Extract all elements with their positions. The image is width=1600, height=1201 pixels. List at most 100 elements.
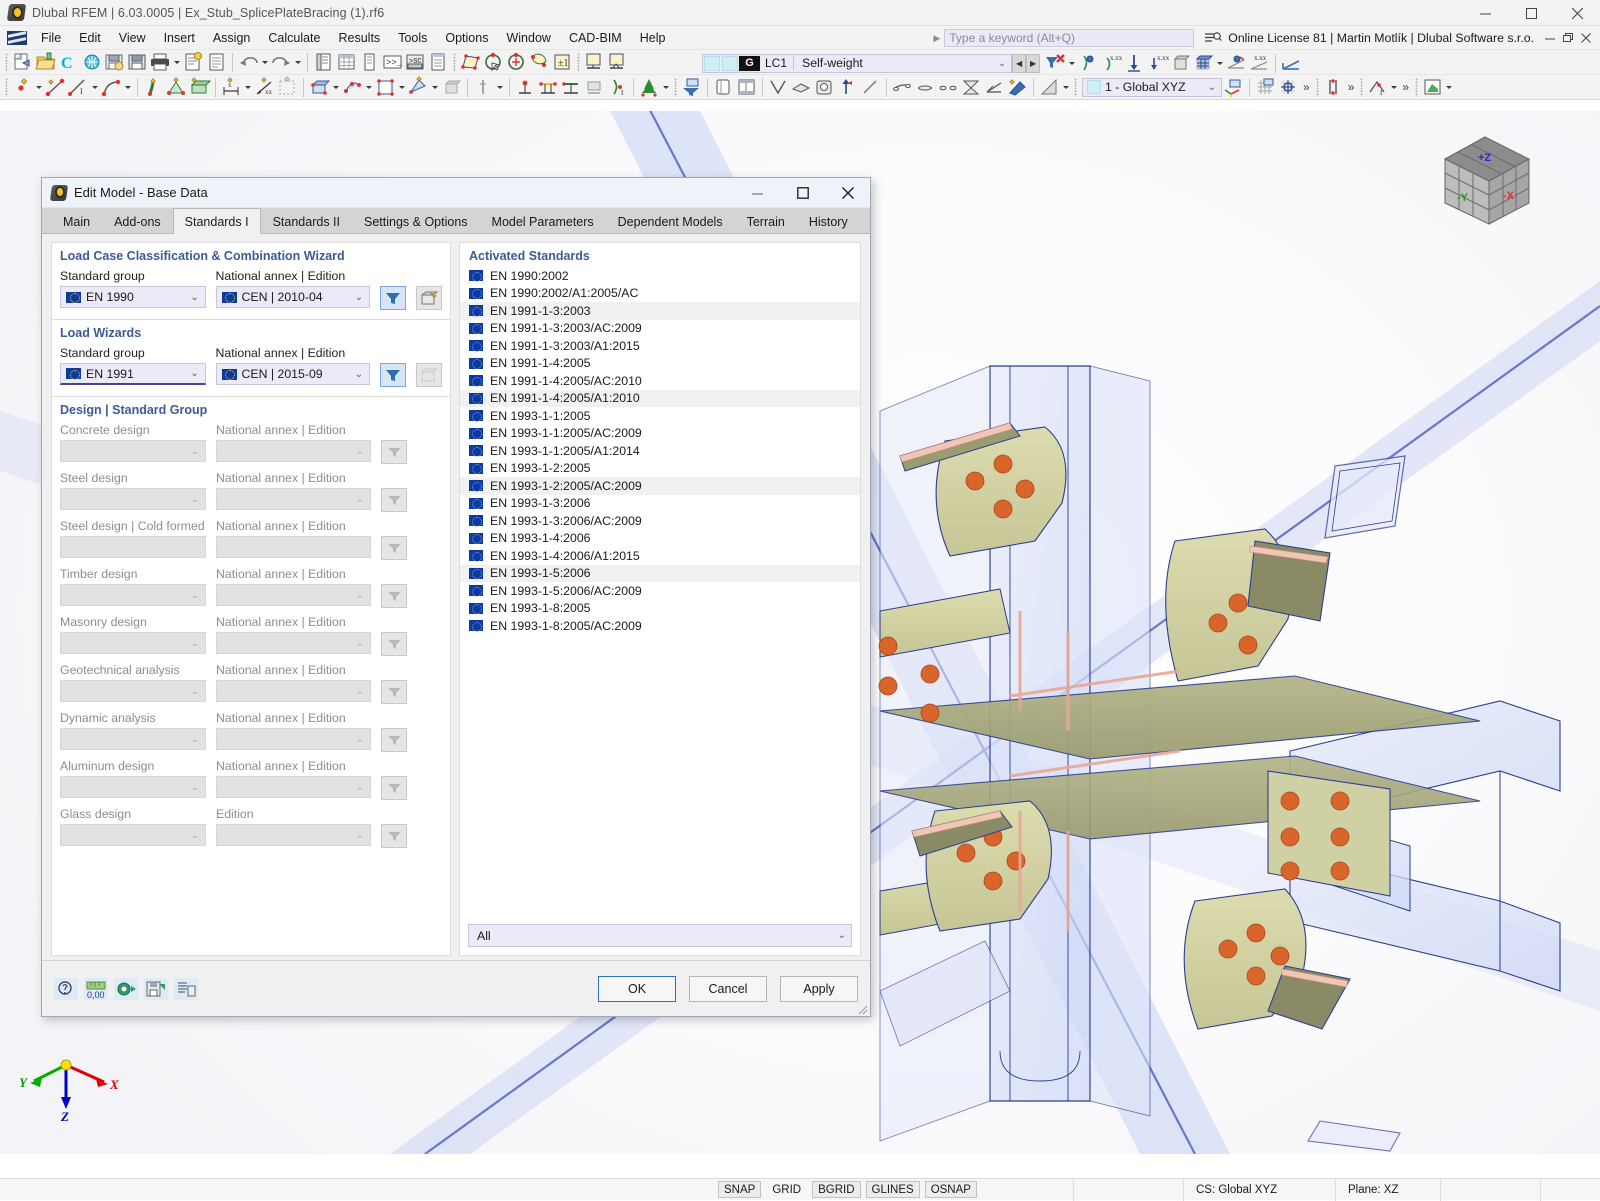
close-button[interactable] [1554, 0, 1600, 26]
standard-list-item[interactable]: EN 1991-1-4:2005/A1:2010 [460, 389, 860, 407]
menu-results[interactable]: Results [330, 28, 390, 48]
local-axes-icon[interactable]: I [1366, 76, 1389, 98]
design-filter-button-3[interactable] [381, 584, 407, 608]
menu-tools[interactable]: Tools [389, 28, 436, 48]
select-node-icon[interactable] [482, 51, 505, 73]
load-diagram-icon[interactable] [1225, 52, 1248, 74]
support-icon[interactable] [583, 51, 606, 73]
navigator-icon[interactable] [312, 51, 335, 73]
tables-icon[interactable] [335, 51, 358, 73]
render-solid-icon[interactable] [712, 76, 735, 98]
new-member-icon[interactable] [142, 76, 165, 98]
result-slope-icon[interactable] [983, 76, 1006, 98]
design-combo-7[interactable]: ⌄ [60, 776, 206, 798]
tab-standards-ii[interactable]: Standards II [260, 209, 352, 233]
surface-support-icon[interactable] [583, 76, 606, 98]
standard-list-item[interactable]: EN 1993-1-5:2006/AC:2009 [460, 582, 860, 600]
design-annex-combo-8[interactable]: ⌄ [216, 824, 371, 846]
list-panel-icon[interactable] [427, 51, 450, 73]
resize-grip[interactable] [856, 1003, 868, 1015]
line-tool-icon[interactable] [859, 76, 882, 98]
search-input[interactable]: Type a keyword (Alt+Q) [944, 29, 1195, 47]
gradient-dropdown-icon[interactable] [1061, 76, 1071, 98]
new-node-dropdown-icon[interactable] [34, 76, 44, 98]
load-display-icon[interactable] [1077, 52, 1100, 74]
script-icon[interactable]: >SC [404, 51, 427, 73]
load-case-selector[interactable]: G LC1 Self-weight ⌄ [702, 53, 1013, 73]
chevron-down-icon[interactable]: ⌄ [350, 638, 370, 649]
new-surface-icon[interactable] [165, 76, 188, 98]
standard-list-item[interactable]: EN 1993-1-1:2005/A1:2014 [460, 442, 860, 460]
open-model-icon[interactable] [34, 51, 57, 73]
cancel-button[interactable]: Cancel [689, 975, 767, 1002]
help-icon[interactable] [54, 977, 78, 1000]
design-combo-3[interactable]: ⌄ [60, 584, 206, 606]
design-combo-2[interactable] [60, 536, 206, 558]
design-combo-6[interactable]: ⌄ [60, 728, 206, 750]
tab-dependent-models[interactable]: Dependent Models [605, 209, 735, 233]
view-cube-icon[interactable] [813, 76, 836, 98]
chevron-down-icon[interactable]: ⌄ [185, 638, 205, 649]
cs-axes-icon[interactable] [1222, 76, 1245, 98]
standard-list-item[interactable]: EN 1993-1-5:2006 [460, 564, 860, 582]
chevron-down-icon[interactable]: ⌄ [185, 686, 205, 697]
design-filter-button-4[interactable] [381, 632, 407, 656]
national-annex-combo-cen-2010[interactable]: CEN | 2010-04 ⌄ [215, 286, 370, 308]
view-perspective-icon[interactable] [767, 76, 790, 98]
chevron-down-icon[interactable]: ⌄ [350, 446, 370, 457]
design-combo-8[interactable]: ⌄ [60, 824, 206, 846]
load-values-icon[interactable]: x.xx [1100, 52, 1123, 74]
standard-list-item[interactable]: EN 1993-1-8:2005 [460, 600, 860, 618]
print-icon[interactable] [149, 51, 172, 73]
load-grid-dropdown-icon[interactable] [1215, 52, 1225, 74]
design-annex-combo-4[interactable]: ⌄ [216, 632, 371, 654]
search-expand-icon[interactable]: ▶ [933, 33, 940, 44]
document-icon[interactable] [205, 51, 228, 73]
chevron-down-icon[interactable]: ⌄ [349, 292, 369, 303]
standard-list-item[interactable]: EN 1993-1-1:2005/AC:2009 [460, 425, 860, 443]
design-combo-1[interactable]: ⌄ [60, 488, 206, 510]
apply-button[interactable]: Apply [780, 975, 858, 1002]
clipping-box-icon[interactable] [276, 76, 299, 98]
tab-history[interactable]: History [796, 209, 860, 233]
result-section-icon[interactable] [960, 76, 983, 98]
contact-solid-icon[interactable] [341, 76, 364, 98]
nodal-release-icon[interactable] [472, 76, 495, 98]
design-filter-button-2[interactable] [381, 536, 407, 560]
chevron-down-icon[interactable]: ⌄ [993, 58, 1011, 69]
toolbar-grip[interactable] [5, 52, 8, 72]
status-toggle-glines[interactable]: GLINES [865, 1181, 920, 1198]
menu-window[interactable]: Window [497, 28, 559, 48]
menu-assign[interactable]: Assign [204, 28, 260, 48]
new-solid2-dropdown-icon[interactable] [331, 76, 341, 98]
status-toggle-osnap[interactable]: OSNAP [924, 1181, 977, 1198]
filter-view-icon[interactable] [680, 76, 703, 98]
line-support-icon[interactable] [537, 76, 560, 98]
navigation-cube[interactable]: +Z -Y -X [1425, 119, 1545, 239]
load-grid-icon[interactable] [1192, 52, 1215, 74]
design-annex-combo-1[interactable]: ⌄ [216, 488, 371, 510]
result-diagram2-icon[interactable] [914, 76, 937, 98]
chevron-down-icon[interactable]: ⌄ [185, 590, 205, 601]
menu-calculate[interactable]: Calculate [259, 28, 329, 48]
chevron-down-icon[interactable]: ⌄ [185, 368, 205, 379]
load-diagram-value-icon[interactable]: x.xx [1248, 52, 1271, 74]
opening-icon[interactable] [374, 76, 397, 98]
dimension-dropdown-icon[interactable] [243, 76, 253, 98]
chevron-down-icon[interactable]: ⌄ [185, 292, 205, 303]
chevron-down-icon[interactable]: ⌄ [185, 830, 205, 841]
result-diagram3-icon[interactable] [937, 76, 960, 98]
tab-terrain[interactable]: Terrain [734, 209, 797, 233]
standard-list-item[interactable]: EN 1991-1-4:2005/AC:2010 [460, 372, 860, 390]
new-solid-icon[interactable] [188, 76, 212, 98]
standard-group-combo-en1991[interactable]: EN 1991 ⌄ [60, 363, 206, 385]
load-case-stepper[interactable]: ◀ ▶ [1012, 53, 1041, 73]
select-member-icon[interactable] [505, 51, 528, 73]
panel-icon[interactable] [358, 51, 381, 73]
grid-settings-icon[interactable] [1254, 76, 1277, 98]
ok-button[interactable]: OK [598, 975, 676, 1002]
chevron-down-icon[interactable]: ⌄ [838, 930, 851, 941]
standard-list-item[interactable]: EN 1993-1-1:2005 [460, 407, 860, 425]
tab-standards-i[interactable]: Standards I [172, 208, 261, 234]
chevron-down-icon[interactable]: ⌄ [350, 782, 370, 793]
